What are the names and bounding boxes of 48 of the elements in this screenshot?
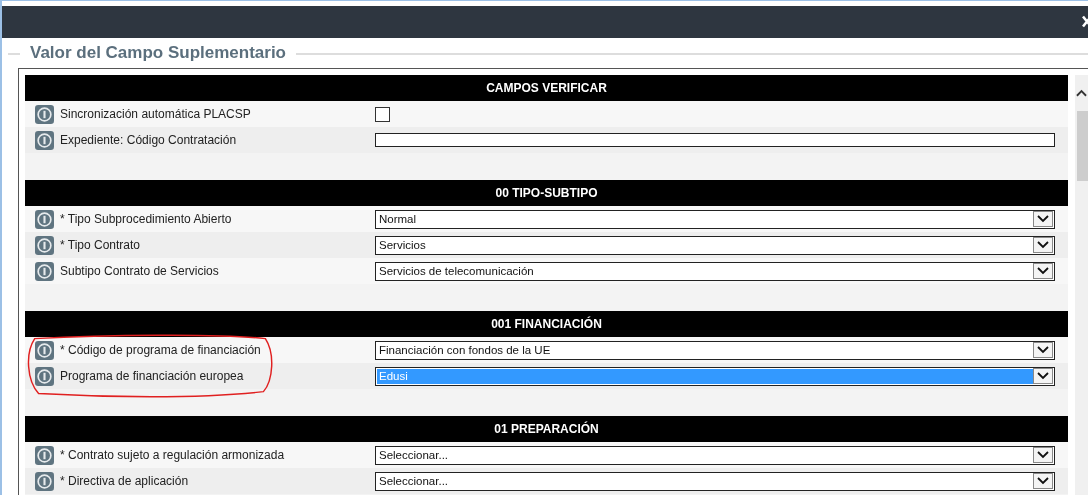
info-icon[interactable] xyxy=(35,340,54,360)
checkbox[interactable] xyxy=(375,106,390,122)
field-label: Sincronización automática PLACSP xyxy=(60,107,251,121)
chevron-down-icon[interactable] xyxy=(1033,211,1053,227)
dropdown[interactable]: Servicios xyxy=(375,235,1055,255)
dropdown[interactable]: Seleccionar... xyxy=(375,445,1055,465)
field-label: Expediente: Código Contratación xyxy=(60,133,237,147)
text-field[interactable] xyxy=(375,133,1055,147)
field-label: * Tipo Contrato xyxy=(60,238,141,252)
field-label: Programa de financiación europea xyxy=(60,369,244,383)
info-icon[interactable] xyxy=(35,130,54,150)
info-icon[interactable] xyxy=(35,261,54,281)
field-label: Subtipo Contrato de Servicios xyxy=(60,264,219,278)
dropdown-value: Normal xyxy=(378,212,418,227)
chevron-down-icon[interactable] xyxy=(1033,342,1053,358)
field-label: * Tipo Subprocedimiento Abierto xyxy=(60,212,232,226)
section-header: 001 FINANCIACIÓN xyxy=(25,311,1069,337)
dialog-title: Valor del Campo Suplementario xyxy=(20,43,296,63)
dropdown-value: Edusi xyxy=(377,368,1033,384)
field-label: * Código de programa de financiación xyxy=(60,343,261,357)
chevron-down-icon[interactable] xyxy=(1033,368,1053,384)
scroll-up-icon[interactable] xyxy=(1076,89,1088,97)
dropdown-value: Financiación con fondos de la UE xyxy=(378,343,552,358)
scrollbar[interactable] xyxy=(1075,75,1088,495)
scrollbar-thumb[interactable] xyxy=(1077,111,1088,181)
section-header: 01 PREPARACIÓN xyxy=(25,416,1069,442)
dropdown[interactable]: Normal xyxy=(375,209,1055,229)
info-icon[interactable] xyxy=(35,471,54,491)
chevron-down-icon[interactable] xyxy=(1033,237,1053,253)
field-label: * Directiva de aplicación xyxy=(60,474,189,488)
chevron-down-icon[interactable] xyxy=(1033,447,1053,463)
dropdown-value: Servicios de telecomunicación xyxy=(378,264,535,279)
info-icon[interactable] xyxy=(35,366,54,386)
dropdown-value: Servicios xyxy=(378,238,427,253)
dropdown-value: Seleccionar... xyxy=(378,448,450,463)
field-label: * Contrato sujeto a regulación armonizada xyxy=(60,448,285,462)
dropdown-value: Seleccionar... xyxy=(378,474,450,489)
section-header: CAMPOS VERIFICAR xyxy=(25,75,1069,101)
dropdown[interactable]: Financiación con fondos de la UE xyxy=(375,340,1055,360)
info-icon[interactable] xyxy=(35,209,54,229)
chevron-down-icon[interactable] xyxy=(1033,263,1053,279)
info-icon[interactable] xyxy=(35,445,54,465)
info-icon[interactable] xyxy=(35,235,54,255)
info-icon[interactable] xyxy=(35,104,54,124)
chevron-down-icon[interactable] xyxy=(1033,473,1053,489)
section-header: 00 TIPO-SUBTIPO xyxy=(25,180,1069,206)
dropdown[interactable]: Servicios de telecomunicación xyxy=(375,261,1055,281)
dropdown[interactable]: Seleccionar... xyxy=(375,471,1055,491)
